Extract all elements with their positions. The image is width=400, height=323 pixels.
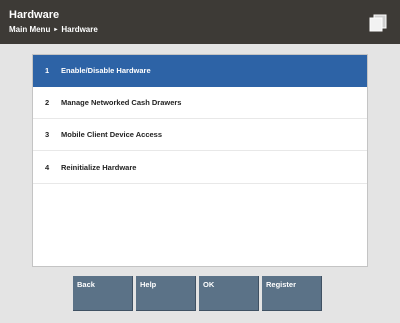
menu-item-label: Enable/Disable Hardware [61,66,151,75]
page-title: Hardware [9,9,60,21]
register-button[interactable]: Register [262,276,322,311]
header-bar: Hardware Main Menu ▸ Hardware [0,0,400,44]
breadcrumb-main-menu[interactable]: Main Menu [9,25,50,34]
ok-button[interactable]: OK [199,276,259,311]
breadcrumb-hardware: Hardware [61,25,98,34]
menu-item-label: Reinitialize Hardware [61,163,137,172]
breadcrumb-separator-icon: ▸ [54,27,58,33]
help-button[interactable]: Help [136,276,196,311]
menu-item-number: 3 [45,130,50,139]
breadcrumb: Main Menu ▸ Hardware [9,25,98,34]
menu-item-mobile-client-device-access[interactable]: 3 Mobile Client Device Access [33,119,367,151]
menu-item-enable-disable-hardware[interactable]: 1 Enable/Disable Hardware [33,55,367,87]
menu-item-number: 4 [45,163,50,172]
menu-item-manage-networked-cash-drawers[interactable]: 2 Manage Networked Cash Drawers [33,87,367,119]
hardware-screen: Hardware Main Menu ▸ Hardware 1 Enable/D… [0,0,400,323]
menu-list: 1 Enable/Disable Hardware 2 Manage Netwo… [32,54,368,267]
documents-icon [369,14,387,32]
menu-item-label: Manage Networked Cash Drawers [61,98,182,107]
back-button[interactable]: Back [73,276,133,311]
menu-item-number: 1 [45,66,50,75]
menu-item-label: Mobile Client Device Access [61,130,163,139]
menu-item-number: 2 [45,98,50,107]
menu-item-reinitialize-hardware[interactable]: 4 Reinitialize Hardware [33,152,367,184]
